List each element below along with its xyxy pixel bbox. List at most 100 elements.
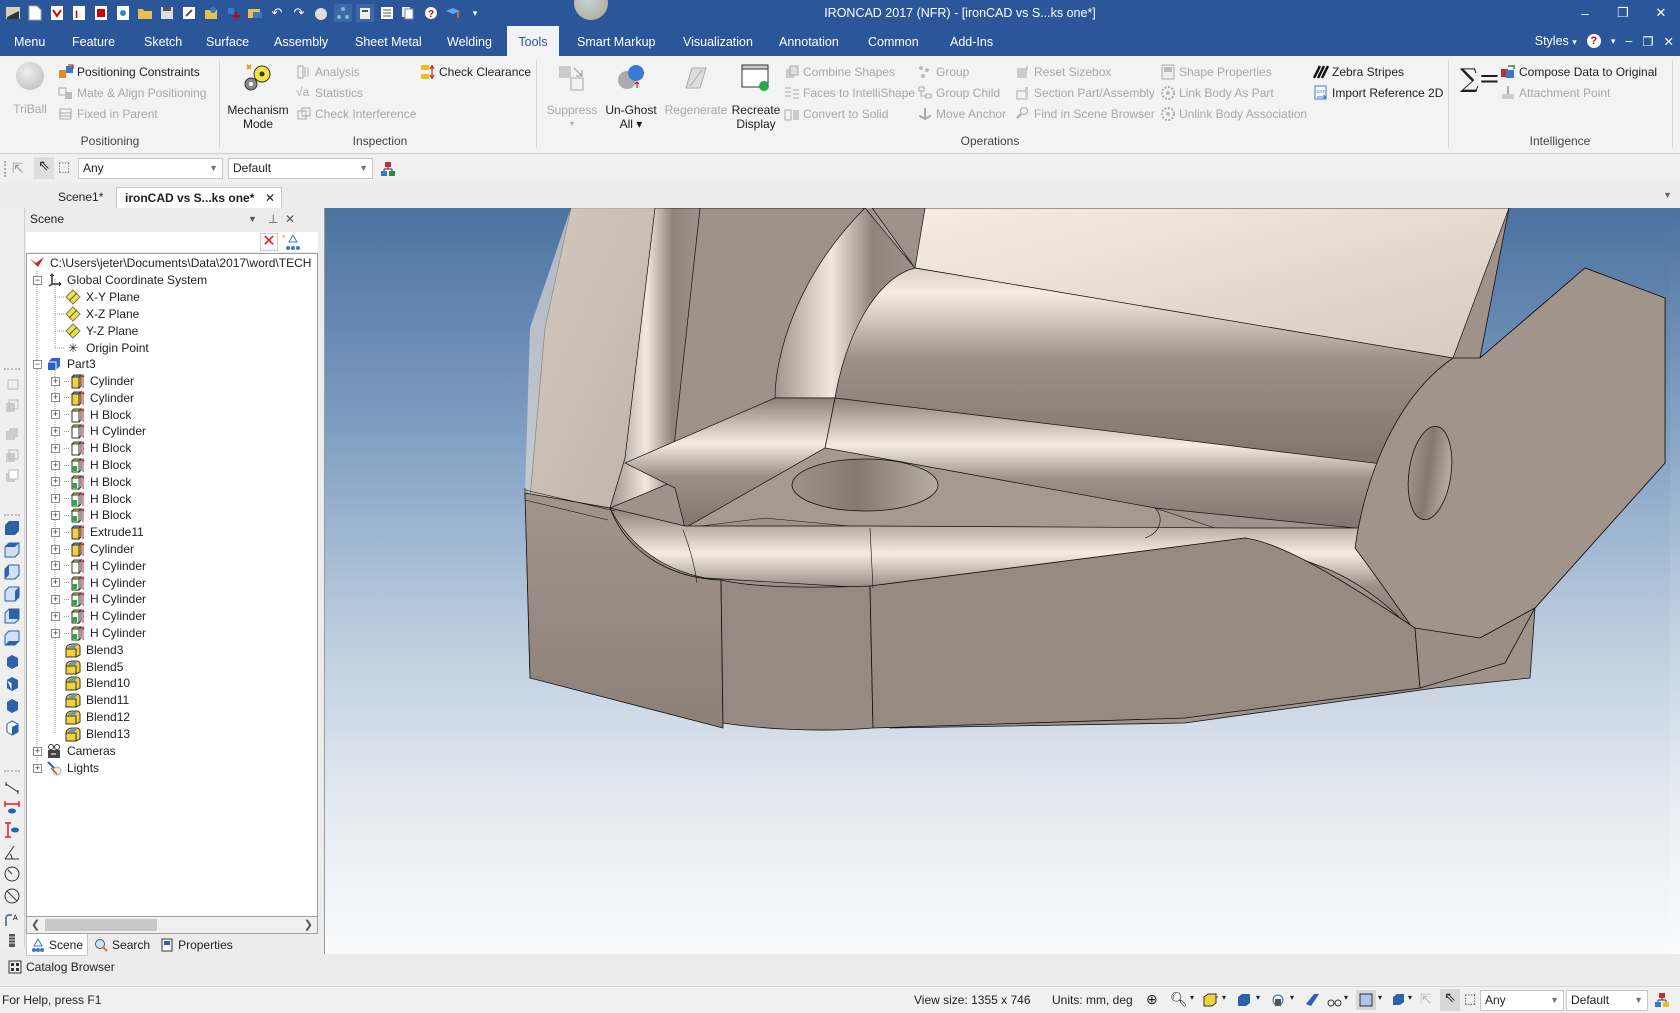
measure-diameter-icon[interactable] [4,888,20,904]
expand-toggle[interactable]: + [51,544,60,554]
positioning-constraints-button[interactable]: Positioning Constraints [58,63,200,81]
expand-toggle[interactable]: + [51,443,60,453]
mdi-close-button[interactable]: ✕ [1664,34,1674,49]
panel-tab-properties[interactable]: Properties [156,934,237,956]
tab-add-ins[interactable]: Add-Ins [944,26,999,56]
view-right-icon[interactable] [4,586,20,602]
toolbar-grip[interactable] [4,161,7,177]
expand-toggle[interactable]: + [51,594,60,604]
tree-node-xy-plane[interactable]: X-Y Plane [65,288,140,306]
tree-node-part-child[interactable]: Blend10 [65,674,130,692]
select-parts-icon[interactable]: ⇱ [12,160,24,177]
tree-node-part-child[interactable]: + H Cylinder [51,607,146,625]
tree-node-global-coordinate-system[interactable]: − Global Coordinate System [33,271,207,289]
ghost-icon[interactable] [4,398,20,414]
view-orient-icon[interactable] [1270,992,1286,1008]
panel-tab-scene[interactable]: Scene [26,934,89,956]
expand-toggle[interactable]: + [33,763,42,773]
combine-shapes-button[interactable]: Combine Shapes [784,63,895,81]
measure-angle-icon[interactable] [4,844,20,860]
expand-toggle[interactable]: + [51,527,60,537]
close-tab-icon[interactable]: ✕ [265,188,275,208]
mdi-minimize-button[interactable]: – [1625,34,1632,48]
tree-node-part3[interactable]: − Part3 [33,355,96,373]
shading-mode-icon[interactable] [1236,992,1252,1008]
clear-filter-icon[interactable]: ✕ [260,233,278,251]
toolbar-grip[interactable] [4,770,20,774]
tab-surface[interactable]: Surface [200,26,255,56]
expand-toggle[interactable]: + [51,376,60,386]
expand-toggle[interactable]: + [51,460,60,470]
doc-tab-ironcad-vs[interactable]: ironCAD vs S...ks one* ✕ [116,187,282,208]
tree-node-xz-plane[interactable]: X-Z Plane [65,305,139,323]
tree-node-part-child[interactable]: + H Cylinder [51,624,146,642]
select-pointer-icon[interactable]: ⇖ [1440,989,1460,1011]
tree-node-part-child[interactable]: Blend11 [65,691,129,709]
ghost-3-icon[interactable] [4,448,20,464]
scrollbar-thumb[interactable] [45,919,157,931]
group-child-button[interactable]: Group Child [917,84,1000,102]
regenerate-button[interactable]: Regenerate [664,62,728,117]
expand-toggle[interactable]: + [51,494,60,504]
view-bottom-icon[interactable] [4,630,20,646]
section-view-icon[interactable] [1304,992,1320,1008]
tree-node-part-child[interactable]: + H Cylinder [51,574,146,592]
tab-tools[interactable]: Tools [507,26,559,56]
box-select-icon[interactable]: ⬚ [1464,991,1476,1007]
tree-node-part-child[interactable]: Blend13 [65,725,130,743]
shape-properties-button[interactable]: Shape Properties [1160,63,1272,81]
ghost-2-icon[interactable] [4,426,20,442]
styles-menu[interactable]: Styles ▾ [1535,34,1577,48]
check-clearance-button[interactable]: Check Clearance [420,63,531,81]
pin-icon[interactable]: ⊥ [268,208,278,230]
status-filter-dropdown[interactable]: Any ▼ [1480,990,1564,1011]
toolbar-grip[interactable] [4,368,20,372]
find-in-scene-browser-button[interactable]: Find in Scene Browser [1015,105,1155,123]
smart-dimension-icon[interactable] [4,932,20,948]
catalog-browser-tab[interactable]: Catalog Browser [0,956,340,978]
chevron-down-icon[interactable]: ▾ [1256,993,1260,1002]
measure-distance-icon[interactable] [4,780,20,796]
minimize-button[interactable]: – [1566,0,1604,26]
mdi-restore-button[interactable]: ❐ [1642,34,1653,49]
mechanism-mode-button[interactable]: Mechanism Mode [224,62,292,131]
expand-toggle[interactable]: + [51,426,60,436]
view-top-icon[interactable] [4,542,20,558]
view-front-icon[interactable] [4,520,20,536]
chevron-down-icon[interactable]: ▾ [1344,993,1348,1002]
collapse-toggle[interactable]: − [33,275,42,285]
tab-sketch[interactable]: Sketch [138,26,188,56]
zoom-icon[interactable]: 🔍︎ [1170,991,1188,1008]
tree-node-lights[interactable]: + Lights [33,759,99,777]
expand-toggle[interactable]: + [51,510,60,520]
part-display-icon[interactable] [1390,992,1406,1008]
section-part-assembly-button[interactable]: Section Part/Assembly [1015,84,1155,102]
chevron-down-icon[interactable]: ▾ [1190,993,1194,1002]
attachment-point-button[interactable]: Attachment Point [1500,84,1610,102]
close-panel-icon[interactable]: ✕ [285,208,295,230]
expand-toggle[interactable]: + [51,561,60,571]
view-back-icon[interactable] [4,608,20,624]
expand-toggle[interactable]: + [51,410,60,420]
select-pointer-icon[interactable]: ⇖ [34,157,54,179]
selection-filter-dropdown[interactable]: Any ▼ [78,158,223,179]
move-anchor-button[interactable]: Move Anchor [917,105,1006,123]
check-interference-button[interactable]: Check Interference [296,105,416,123]
measure-horizontal-icon[interactable] [4,800,20,816]
tree-node-part-child[interactable]: Blend12 [65,708,130,726]
status-style-dropdown[interactable]: Default ▼ [1566,990,1648,1011]
scroll-right-icon[interactable]: ❯ [304,918,313,931]
import-reference-2d-button[interactable]: DXF Import Reference 2D [1313,84,1443,102]
view-left-icon[interactable] [4,564,20,580]
compose-data-to-original-button[interactable]: Compose Data to Original [1500,63,1657,81]
tree-horizontal-scrollbar[interactable]: ❮ ❯ [26,917,318,934]
toolbar-grip[interactable] [4,514,20,518]
tab-common[interactable]: Common [862,26,925,56]
tree-node-part-child[interactable]: + H Block [51,506,131,524]
help-dropdown-icon[interactable]: ▾ [1611,36,1616,47]
tab-welding[interactable]: Welding [441,26,498,56]
faces-to-intellishape-button[interactable]: Faces to IntelliShape [784,84,915,102]
box-select-icon[interactable]: ⬚ [58,159,70,175]
reset-sizebox-button[interactable]: Reset Sizebox [1015,63,1111,81]
chevron-down-icon[interactable]: ▾ [1408,993,1412,1002]
